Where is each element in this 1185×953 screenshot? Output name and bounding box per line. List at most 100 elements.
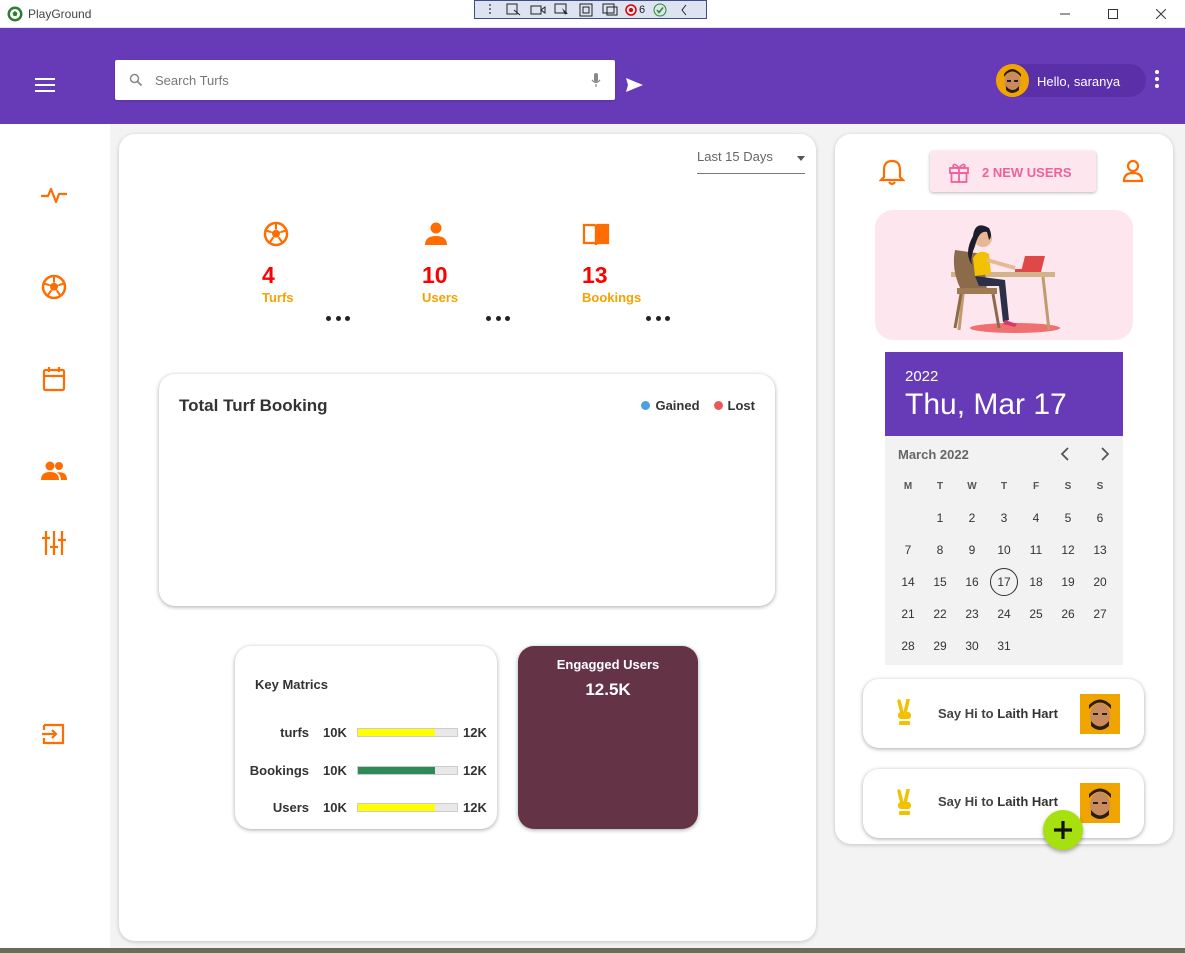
maximize-button[interactable]: [1089, 0, 1137, 28]
grip-icon[interactable]: [481, 3, 499, 17]
engaged-value: 12.5K: [585, 680, 631, 699]
pulse-icon: [41, 187, 67, 204]
live-tree-icon[interactable]: [505, 3, 523, 17]
chart-legend: Gained Lost: [641, 398, 755, 413]
stat-bookings: 13 Bookings: [582, 220, 682, 330]
calendar-day[interactable]: 18: [1022, 568, 1050, 596]
stat-label: Turfs: [262, 290, 294, 305]
calendar-day[interactable]: 28: [894, 632, 922, 660]
say-hi-card[interactable]: Say Hi to Laith Hart: [863, 679, 1144, 748]
video-icon[interactable]: [529, 3, 547, 17]
window-title: PlayGround: [28, 7, 92, 21]
new-users-label: 2 NEW USERS: [982, 165, 1072, 180]
more-horizontal-icon[interactable]: [486, 316, 510, 324]
new-users-button[interactable]: 2 NEW USERS: [930, 151, 1096, 192]
close-button[interactable]: [1137, 0, 1185, 28]
calendar-day[interactable]: 30: [958, 632, 986, 660]
legend-item-gained: Gained: [641, 398, 700, 413]
calendar-day[interactable]: 27: [1086, 600, 1114, 628]
window-controls: [1041, 0, 1185, 28]
calendar-day[interactable]: 6: [1086, 504, 1114, 532]
calendar-day[interactable]: 5: [1054, 504, 1082, 532]
add-fab-button[interactable]: [1043, 810, 1083, 850]
calendar-day[interactable]: 8: [926, 536, 954, 564]
calendar-day[interactable]: 23: [958, 600, 986, 628]
calendar-day[interactable]: 3: [990, 504, 1018, 532]
say-hi-prefix: Say Hi to: [938, 706, 994, 721]
menu-icon[interactable]: [35, 78, 55, 92]
stat-users: 10 Users: [422, 220, 522, 330]
calendar-day[interactable]: 21: [894, 600, 922, 628]
calendar-day[interactable]: 4: [1022, 504, 1050, 532]
sliders-icon: [42, 531, 66, 555]
search-input[interactable]: [155, 70, 575, 90]
calendar-day[interactable]: 22: [926, 600, 954, 628]
metric-name: turfs: [280, 725, 309, 740]
calendar-day[interactable]: 9: [958, 536, 986, 564]
metrics-title: Key Matrics: [255, 677, 328, 692]
say-hi-card[interactable]: Say Hi to Laith Hart: [863, 769, 1144, 838]
calendar-day[interactable]: 15: [926, 568, 954, 596]
calendar-day[interactable]: 11: [1022, 536, 1050, 564]
calendar-day-today[interactable]: 17: [990, 568, 1018, 596]
calendar-day[interactable]: 25: [1022, 600, 1050, 628]
sidebar-item-logout[interactable]: [40, 720, 68, 748]
calendar-day[interactable]: 10: [990, 536, 1018, 564]
engaged-users-card: Engagged Users 12.5K: [518, 646, 698, 829]
layout-adorner-icon[interactable]: [577, 3, 595, 17]
calendar-day[interactable]: 7: [894, 536, 922, 564]
send-icon[interactable]: [626, 78, 643, 92]
calendar-day[interactable]: 26: [1054, 600, 1082, 628]
binding-failures-counter[interactable]: 6: [625, 4, 645, 16]
bell-icon[interactable]: [879, 158, 905, 186]
track-focus-icon[interactable]: [601, 3, 619, 17]
sidebar-item-users[interactable]: [40, 457, 68, 485]
sidebar-item-turfs[interactable]: [40, 273, 68, 301]
search-icon: [129, 73, 143, 87]
app-header: Hello, saranya: [0, 28, 1185, 124]
microphone-icon[interactable]: [589, 72, 603, 88]
avatar: [1080, 783, 1120, 823]
calendar-icon: [42, 367, 66, 392]
calendar-day[interactable]: 19: [1054, 568, 1082, 596]
metric-row: Users 10K 12K: [235, 800, 497, 816]
calendar-day[interactable]: 13: [1086, 536, 1114, 564]
chart-plot-area: [179, 430, 755, 590]
collapse-toolbar-icon[interactable]: [675, 3, 693, 17]
calendar-weekday: S: [1096, 481, 1104, 492]
chevron-left-icon[interactable]: [1057, 446, 1075, 462]
calendar-day[interactable]: 14: [894, 568, 922, 596]
calendar-weekday: M: [903, 481, 913, 492]
calendar-day[interactable]: 1: [926, 504, 954, 532]
user-chip[interactable]: Hello, saranya: [996, 64, 1146, 97]
avatar: [1080, 694, 1120, 734]
calendar-month-label[interactable]: March 2022: [898, 447, 969, 462]
date-range-select[interactable]: Last 15 Days: [697, 148, 805, 174]
calendar-day[interactable]: 12: [1054, 536, 1082, 564]
calendar-day[interactable]: 2: [958, 504, 986, 532]
more-horizontal-icon[interactable]: [646, 316, 670, 324]
metric-min: 10K: [323, 800, 347, 815]
avatar: [996, 64, 1029, 97]
calendar-year[interactable]: 2022: [905, 368, 938, 385]
minimize-button[interactable]: [1041, 0, 1089, 28]
calendar-day[interactable]: 16: [958, 568, 986, 596]
app-logo-icon: [7, 6, 23, 22]
calendar-day[interactable]: 29: [926, 632, 954, 660]
chevron-right-icon[interactable]: [1095, 446, 1113, 462]
check-icon[interactable]: [651, 3, 669, 17]
more-options-icon[interactable]: [1155, 70, 1161, 88]
sidebar-item-settings[interactable]: [40, 529, 68, 557]
calendar: March 2022 M T W T F S S 1 2 3 4 5 6 7 8 9 10 11 12 13 14 15 1…: [885, 436, 1123, 665]
calendar-day[interactable]: 31: [990, 632, 1018, 660]
sidebar-item-calendar[interactable]: [40, 365, 68, 393]
select-element-icon[interactable]: [553, 3, 571, 17]
say-hi-name: Laith Hart: [997, 706, 1058, 721]
calendar-day[interactable]: 24: [990, 600, 1018, 628]
more-horizontal-icon[interactable]: [326, 316, 350, 324]
sidebar-item-activity[interactable]: [40, 181, 68, 209]
stat-turfs: 4 Turfs: [262, 220, 362, 330]
sidebar: [0, 124, 110, 950]
calendar-day[interactable]: 20: [1086, 568, 1114, 596]
account-icon[interactable]: [1122, 159, 1144, 183]
